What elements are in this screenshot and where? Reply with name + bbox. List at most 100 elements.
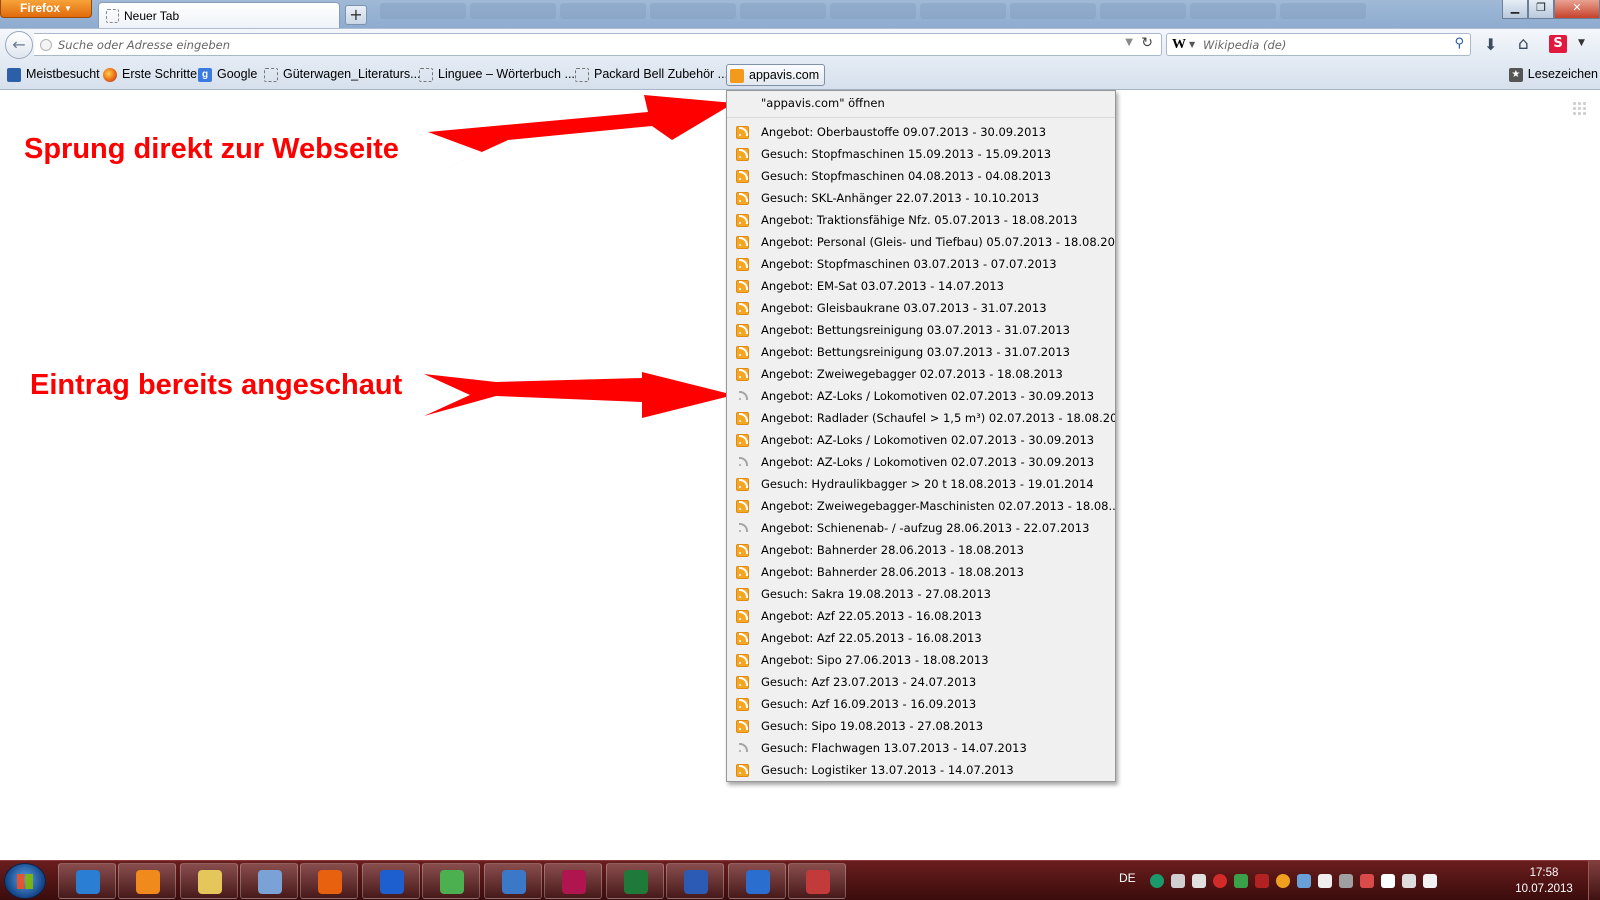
new-tab-button[interactable]: + xyxy=(345,5,367,25)
network-globe-icon[interactable] xyxy=(1150,874,1164,888)
taskbar-app-button[interactable] xyxy=(422,863,480,899)
feed-item[interactable]: Angebot: Traktionsfähige Nfz. 05.07.2013… xyxy=(727,210,1115,232)
feed-item[interactable]: Angebot: Oberbaustoffe 09.07.2013 - 30.0… xyxy=(727,122,1115,144)
download-icon[interactable]: ⬇ xyxy=(1484,35,1497,54)
taskbar-app-button[interactable] xyxy=(362,863,420,899)
taskbar-app-button[interactable] xyxy=(544,863,602,899)
flag-icon[interactable] xyxy=(1318,874,1332,888)
feed-item[interactable]: Gesuch: Sakra 19.08.2013 - 27.08.2013 xyxy=(727,584,1115,606)
show-desktop-button[interactable] xyxy=(1588,861,1600,900)
feed-item[interactable]: Angebot: Bettungsreinigung 03.07.2013 - … xyxy=(727,342,1115,364)
feed-item-visited[interactable]: Gesuch: Flachwagen 13.07.2013 - 14.07.20… xyxy=(727,738,1115,760)
wikipedia-icon[interactable]: W xyxy=(1172,37,1186,53)
feed-item[interactable]: Gesuch: Logistiker 13.07.2013 - 14.07.20… xyxy=(727,760,1115,782)
clock[interactable]: 17:58 10.07.2013 xyxy=(1512,865,1576,897)
search-input[interactable] xyxy=(1203,36,1443,54)
feed-item[interactable]: Gesuch: Stopfmaschinen 04.08.2013 - 04.0… xyxy=(727,166,1115,188)
url-bar[interactable]: ▼ ↻ xyxy=(34,33,1162,56)
feed-item[interactable]: Gesuch: Sipo 19.08.2013 - 27.08.2013 xyxy=(727,716,1115,738)
search-engine-caret-icon[interactable]: ▼ xyxy=(1189,40,1195,49)
rss-feed-icon xyxy=(736,566,749,579)
feed-item[interactable]: Gesuch: Hydraulikbagger > 20 t 18.08.201… xyxy=(727,474,1115,496)
feed-item[interactable]: Gesuch: SKL-Anhänger 22.07.2013 - 10.10.… xyxy=(727,188,1115,210)
bookmark-google[interactable]: g Google xyxy=(195,64,262,86)
home-icon[interactable]: ⌂ xyxy=(1518,34,1529,54)
rss-feed-icon xyxy=(736,698,749,711)
feed-item[interactable]: Angebot: Gleisbaukrane 03.07.2013 - 31.0… xyxy=(727,298,1115,320)
annotation-entry-viewed: Eintrag bereits angeschaut xyxy=(30,369,403,401)
bookmark-appavis-livefeed[interactable]: appavis.com xyxy=(726,64,826,86)
taskbar-app-button[interactable] xyxy=(240,863,298,899)
open-site-menu-item[interactable]: "appavis.com" öffnen xyxy=(727,91,1115,118)
feed-item[interactable]: Gesuch: Azf 16.09.2013 - 16.09.2013 xyxy=(727,694,1115,716)
site-identity-icon[interactable] xyxy=(40,39,52,51)
tray-app-icon[interactable] xyxy=(1213,874,1227,888)
taskbar-app-button[interactable] xyxy=(728,863,786,899)
feed-item[interactable]: Angebot: Zweiwegebagger 02.07.2013 - 18.… xyxy=(727,364,1115,386)
search-bar[interactable]: W ▼ ⚲ xyxy=(1166,33,1471,56)
taskbar-app-button[interactable] xyxy=(118,863,176,899)
feed-item[interactable]: Angebot: Bahnerder 28.06.2013 - 18.08.20… xyxy=(727,540,1115,562)
signal-strength-icon[interactable] xyxy=(1402,874,1416,888)
feed-item[interactable]: Gesuch: Stopfmaschinen 15.09.2013 - 15.0… xyxy=(727,144,1115,166)
feed-item-visited[interactable]: Angebot: AZ-Loks / Lokomotiven 02.07.201… xyxy=(727,386,1115,408)
feed-item[interactable]: Angebot: Radlader (Schaufel > 1,5 m³) 02… xyxy=(727,408,1115,430)
tray-app-icon[interactable] xyxy=(1297,874,1311,888)
maximize-button[interactable]: ❐ xyxy=(1528,0,1554,19)
feed-item-label: Angebot: Zweiwegebagger-Maschinisten 02.… xyxy=(761,499,1115,513)
feed-item[interactable]: Angebot: Sipo 27.06.2013 - 18.08.2013 xyxy=(727,650,1115,672)
feed-item[interactable]: Gesuch: Azf 23.07.2013 - 24.07.2013 xyxy=(727,672,1115,694)
tray-app-icon[interactable] xyxy=(1360,874,1374,888)
start-button[interactable] xyxy=(4,863,46,899)
addon-s-icon[interactable]: S xyxy=(1549,35,1567,53)
bookmark-packard-bell[interactable]: Packard Bell Zubehör ... xyxy=(572,64,733,86)
reload-icon[interactable]: ↻ xyxy=(1141,35,1153,51)
back-button[interactable]: ← xyxy=(5,31,33,59)
feed-item[interactable]: Angebot: Stopfmaschinen 03.07.2013 - 07.… xyxy=(727,254,1115,276)
tray-app-icon[interactable] xyxy=(1255,874,1269,888)
feed-item-label: Angebot: AZ-Loks / Lokomotiven 02.07.201… xyxy=(761,389,1095,403)
taskbar-app-button[interactable] xyxy=(180,863,238,899)
tray-app-icon[interactable] xyxy=(1276,874,1290,888)
feed-item-label: Angebot: Schienenab- / -aufzug 28.06.201… xyxy=(761,521,1090,535)
bookmarks-menu-button[interactable]: ★ Lesezeichen xyxy=(1506,64,1600,86)
feed-item[interactable]: Angebot: Azf 22.05.2013 - 16.08.2013 xyxy=(727,606,1115,628)
feed-item[interactable]: Angebot: AZ-Loks / Lokomotiven 02.07.201… xyxy=(727,430,1115,452)
feed-item[interactable]: Angebot: EM-Sat 03.07.2013 - 14.07.2013 xyxy=(727,276,1115,298)
taskbar-app-button[interactable] xyxy=(484,863,542,899)
tray-app-icon[interactable] xyxy=(1171,874,1185,888)
new-tab-grid-icon[interactable] xyxy=(1572,101,1587,116)
close-window-button[interactable]: ✕ xyxy=(1554,0,1600,19)
bookmark-gueterwagen[interactable]: Güterwagen_Literaturs... xyxy=(261,64,426,86)
taskbar-app-button[interactable] xyxy=(606,863,664,899)
feed-item[interactable]: Angebot: Bahnerder 28.06.2013 - 18.08.20… xyxy=(727,562,1115,584)
language-indicator[interactable]: DE xyxy=(1119,871,1136,885)
tray-app-icon[interactable] xyxy=(1192,874,1206,888)
tray-app-icon[interactable] xyxy=(1339,874,1353,888)
feed-item[interactable]: Angebot: Personal (Gleis- und Tiefbau) 0… xyxy=(727,232,1115,254)
magnifier-icon[interactable]: ⚲ xyxy=(1454,36,1464,51)
volume-icon[interactable] xyxy=(1423,874,1437,888)
feed-item-visited[interactable]: Angebot: Schienenab- / -aufzug 28.06.201… xyxy=(727,518,1115,540)
feed-item[interactable]: Angebot: Zweiwegebagger-Maschinisten 02.… xyxy=(727,496,1115,518)
feed-item-label: Angebot: Bahnerder 28.06.2013 - 18.08.20… xyxy=(761,565,1024,579)
url-history-dropdown-icon[interactable]: ▼ xyxy=(1125,37,1133,48)
taskbar-app-button[interactable] xyxy=(300,863,358,899)
feed-item[interactable]: Angebot: Bettungsreinigung 03.07.2013 - … xyxy=(727,320,1115,342)
firefox-icon xyxy=(103,68,117,82)
tab-neuer-tab[interactable]: Neuer Tab xyxy=(98,2,340,28)
minimize-button[interactable]: ▁ xyxy=(1502,0,1528,19)
tray-app-icon[interactable] xyxy=(1381,874,1395,888)
bookmark-erste-schritte[interactable]: Erste Schritte xyxy=(100,64,202,86)
feed-item-visited[interactable]: Angebot: AZ-Loks / Lokomotiven 02.07.201… xyxy=(727,452,1115,474)
bookmark-meistbesucht[interactable]: Meistbesucht xyxy=(4,64,105,86)
bookmark-linguee[interactable]: Linguee – Wörterbuch ... xyxy=(416,64,580,86)
taskbar-app-button[interactable] xyxy=(666,863,724,899)
addon-caret-icon[interactable]: ▼ xyxy=(1578,38,1585,48)
feed-item[interactable]: Angebot: Azf 22.05.2013 - 16.08.2013 xyxy=(727,628,1115,650)
firefox-menu-button[interactable]: Firefox ▼ xyxy=(0,0,92,18)
taskbar-app-button[interactable] xyxy=(58,863,116,899)
url-input[interactable] xyxy=(58,36,1058,54)
taskbar-app-button[interactable] xyxy=(788,863,846,899)
tray-app-icon[interactable] xyxy=(1234,874,1248,888)
